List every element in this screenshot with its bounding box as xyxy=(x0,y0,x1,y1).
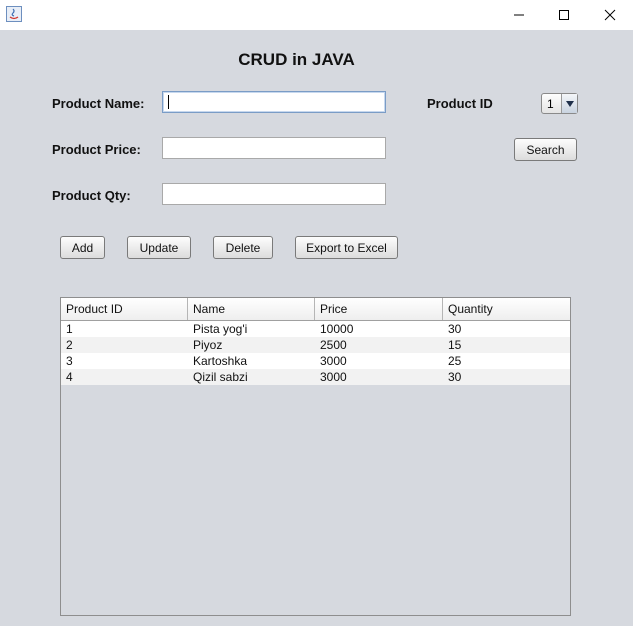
maximize-button[interactable] xyxy=(541,0,587,30)
cell-quantity: 25 xyxy=(448,354,462,368)
delete-button[interactable]: Delete xyxy=(213,236,273,259)
product-price-label: Product Price: xyxy=(52,142,141,157)
close-button[interactable] xyxy=(587,0,633,30)
cell-name: Qizil sabzi xyxy=(193,370,248,384)
table-row[interactable]: 1 Pista yog'i 10000 30 xyxy=(61,321,570,337)
product-name-label: Product Name: xyxy=(52,96,145,111)
cell-price: 10000 xyxy=(320,322,354,336)
maximize-icon xyxy=(559,10,569,20)
product-table[interactable]: Product ID Name Price Quantity 1 Pista y… xyxy=(60,297,571,616)
table-row[interactable]: 4 Qizil sabzi 3000 30 xyxy=(61,369,570,385)
cell-price: 3000 xyxy=(320,370,347,384)
cell-product-id: 4 xyxy=(66,370,73,384)
cell-product-id: 2 xyxy=(66,338,73,352)
cell-name: Pista yog'i xyxy=(193,322,248,336)
cell-price: 2500 xyxy=(320,338,347,352)
minimize-button[interactable] xyxy=(496,0,542,30)
text-caret xyxy=(168,95,169,109)
product-id-selected: 1 xyxy=(547,97,554,111)
minimize-icon xyxy=(514,14,524,16)
column-header-name[interactable]: Name xyxy=(188,298,315,320)
page-title: CRUD in JAVA xyxy=(238,50,355,69)
java-app-icon xyxy=(6,6,22,22)
cell-product-id: 1 xyxy=(66,322,73,336)
product-price-input[interactable] xyxy=(162,137,386,159)
column-header-product-id[interactable]: Product ID xyxy=(61,298,188,320)
table-row[interactable]: 3 Kartoshka 3000 25 xyxy=(61,353,570,369)
dropdown-arrow-icon[interactable] xyxy=(561,94,577,113)
cell-quantity: 30 xyxy=(448,370,462,384)
table-header: Product ID Name Price Quantity xyxy=(61,298,570,321)
cell-price: 3000 xyxy=(320,354,347,368)
cell-name: Kartoshka xyxy=(193,354,248,368)
cell-product-id: 3 xyxy=(66,354,73,368)
cell-quantity: 15 xyxy=(448,338,462,352)
product-id-label: Product ID xyxy=(427,96,493,111)
product-id-select[interactable]: 1 xyxy=(541,93,578,114)
export-to-excel-button[interactable]: Export to Excel xyxy=(295,236,398,259)
product-qty-label: Product Qty: xyxy=(52,188,131,203)
window-titlebar xyxy=(0,0,633,30)
product-qty-input[interactable] xyxy=(162,183,386,205)
search-button[interactable]: Search xyxy=(514,138,577,161)
product-name-input[interactable] xyxy=(162,91,386,113)
cell-name: Piyoz xyxy=(193,338,223,352)
column-header-quantity[interactable]: Quantity xyxy=(443,298,570,320)
column-header-price[interactable]: Price xyxy=(315,298,443,320)
main-panel: CRUD in JAVA Product Name: Product Price… xyxy=(0,30,633,626)
cell-quantity: 30 xyxy=(448,322,462,336)
table-row[interactable]: 2 Piyoz 2500 15 xyxy=(61,337,570,353)
add-button[interactable]: Add xyxy=(60,236,105,259)
update-button[interactable]: Update xyxy=(127,236,191,259)
close-icon xyxy=(604,9,616,21)
